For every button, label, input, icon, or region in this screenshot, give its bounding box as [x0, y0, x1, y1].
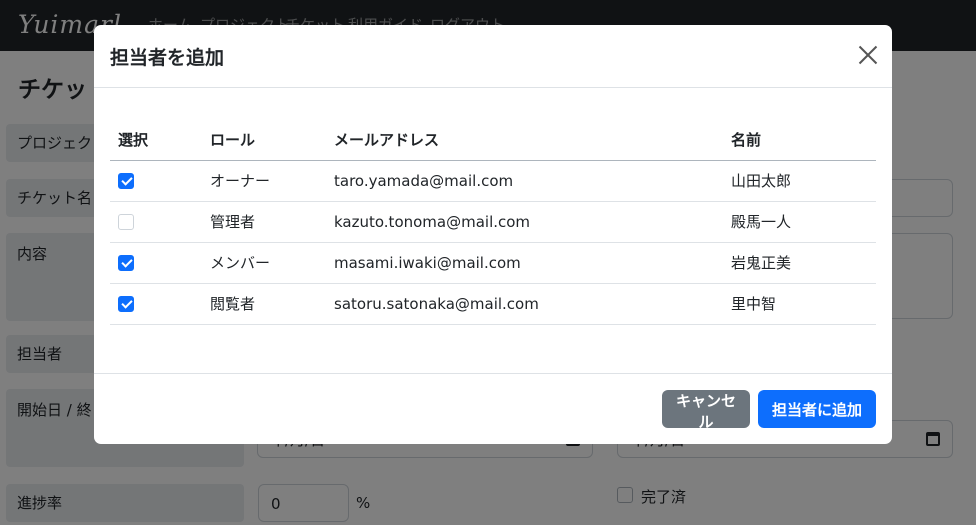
select-checkbox[interactable] — [118, 255, 134, 271]
role-cell: 管理者 — [202, 201, 326, 243]
header-email: メールアドレス — [326, 120, 723, 161]
role-cell: オーナー — [202, 160, 326, 202]
header-name: 名前 — [723, 120, 876, 161]
modal-header: 担当者を追加 — [94, 25, 892, 88]
role-cell: メンバー — [202, 242, 326, 284]
name-cell: 岩鬼正美 — [723, 242, 876, 284]
header-select: 選択 — [110, 120, 202, 161]
name-cell: 殿馬一人 — [723, 201, 876, 243]
select-checkbox[interactable] — [118, 214, 134, 230]
email-cell: taro.yamada@mail.com — [326, 160, 723, 202]
table-row: 管理者 kazuto.tonoma@mail.com 殿馬一人 — [110, 201, 876, 243]
select-checkbox[interactable] — [118, 296, 134, 312]
email-cell: masami.iwaki@mail.com — [326, 242, 723, 284]
name-cell: 山田太郎 — [723, 160, 876, 202]
name-cell: 里中智 — [723, 283, 876, 325]
modal-title: 担当者を追加 — [110, 47, 225, 69]
add-assignee-modal: 担当者を追加 選択 ロール メールアドレス 名前 オーナー taro.yamad… — [94, 25, 892, 444]
email-cell: kazuto.tonoma@mail.com — [326, 201, 723, 243]
add-assignee-button[interactable]: 担当者に追加 — [758, 390, 876, 428]
cancel-button[interactable]: キャンセル — [662, 390, 750, 431]
table-row: オーナー taro.yamada@mail.com 山田太郎 — [110, 160, 876, 202]
table-header-row: 選択 ロール メールアドレス 名前 — [110, 120, 876, 161]
email-cell: satoru.satonaka@mail.com — [326, 283, 723, 325]
table-row: メンバー masami.iwaki@mail.com 岩鬼正美 — [110, 242, 876, 284]
assignee-table: 選択 ロール メールアドレス 名前 オーナー taro.yamada@mail.… — [110, 120, 876, 325]
role-cell: 閲覧者 — [202, 283, 326, 325]
select-checkbox[interactable] — [118, 173, 134, 189]
modal-footer: キャンセル 担当者に追加 — [94, 373, 892, 444]
header-role: ロール — [202, 120, 326, 161]
close-icon[interactable] — [858, 45, 878, 65]
table-row: 閲覧者 satoru.satonaka@mail.com 里中智 — [110, 283, 876, 325]
